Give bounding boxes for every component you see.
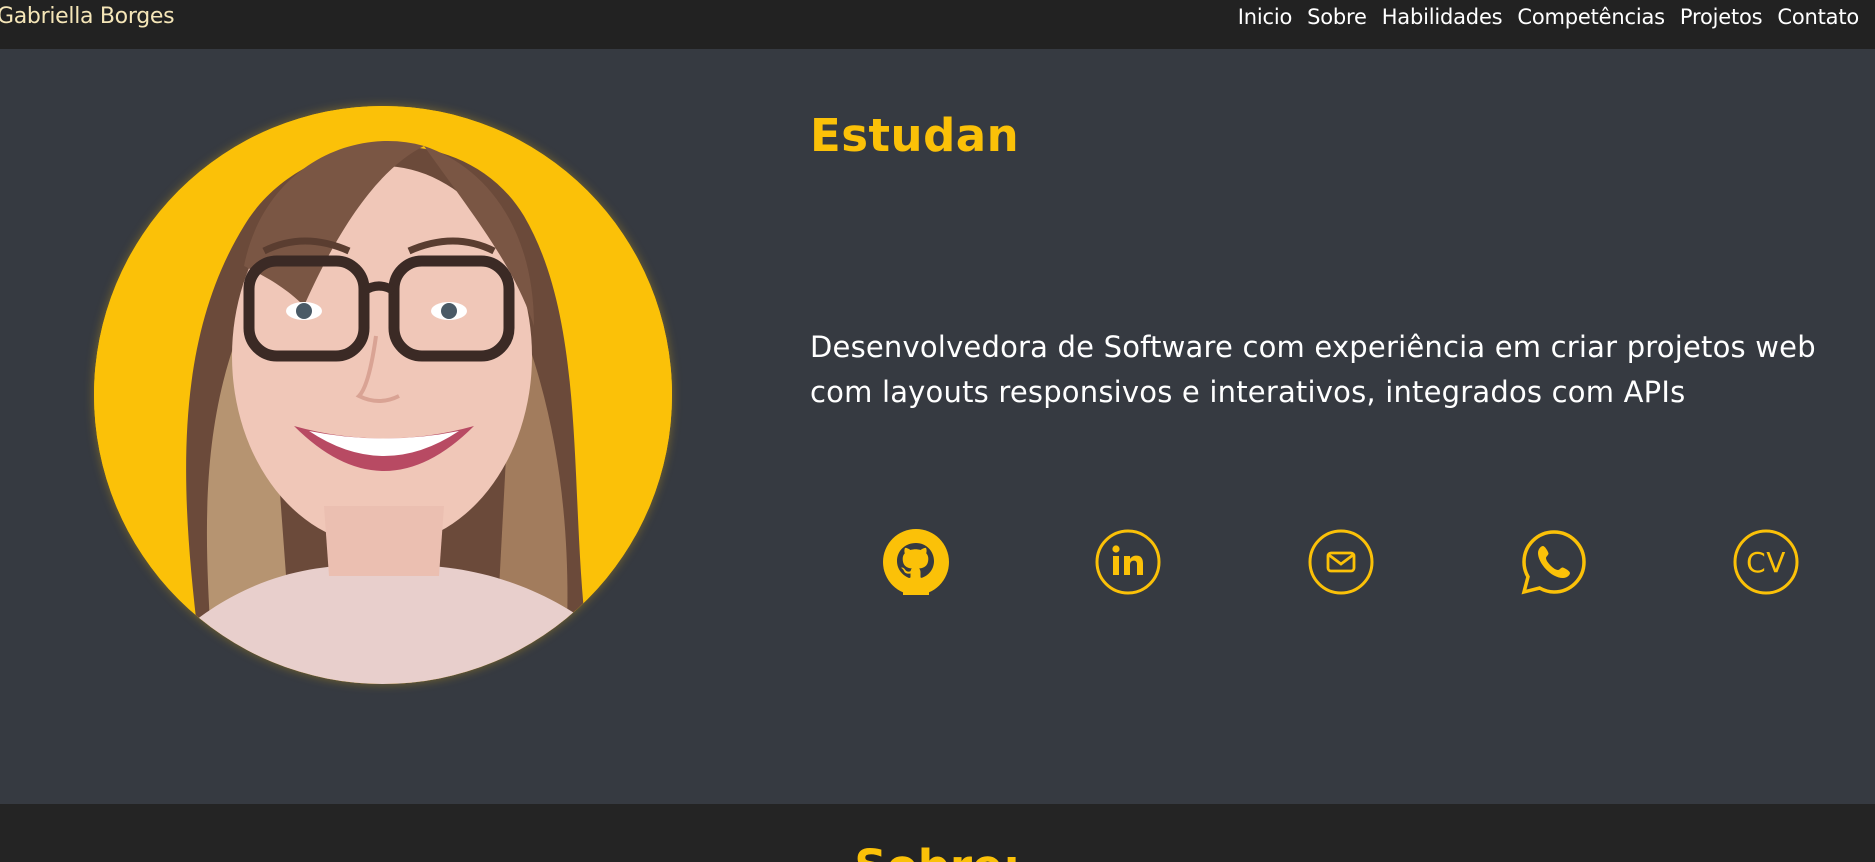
github-icon — [883, 529, 949, 595]
cv-link[interactable]: CV — [1733, 529, 1799, 595]
about-section: Sobre: — [0, 804, 1875, 862]
whatsapp-link[interactable] — [1521, 529, 1587, 595]
linkedin-link[interactable] — [1095, 529, 1161, 595]
about-title: Sobre: — [0, 840, 1875, 862]
hero-description: Desenvolvedora de Software com experiênc… — [810, 330, 1816, 409]
github-link[interactable] — [883, 529, 949, 595]
linkedin-icon — [1095, 529, 1161, 595]
hero-title: Estudan — [810, 109, 1020, 162]
profile-photo — [94, 106, 672, 684]
nav-link-sobre[interactable]: Sobre — [1307, 5, 1367, 29]
profile-photo-illustration — [94, 106, 672, 684]
email-icon — [1308, 529, 1374, 595]
nav-link-inicio[interactable]: Inicio — [1238, 5, 1293, 29]
whatsapp-icon — [1521, 530, 1586, 595]
nav-link-competencias[interactable]: Competências — [1517, 5, 1665, 29]
hero-section: Estudan Desenvolvedora de Software com e… — [0, 49, 1875, 804]
nav-link-habilidades[interactable]: Habilidades — [1382, 5, 1503, 29]
nav-link-projetos[interactable]: Projetos — [1680, 5, 1763, 29]
nav-link-contato[interactable]: Contato — [1777, 5, 1859, 29]
email-link[interactable] — [1308, 529, 1374, 595]
brand-name[interactable]: Gabriella Borges — [0, 4, 175, 29]
navbar: Gabriella Borges Inicio Sobre Habilidade… — [0, 0, 1875, 49]
cv-label: CV — [1746, 545, 1786, 579]
nav-links: Inicio Sobre Habilidades Competências Pr… — [1238, 5, 1859, 29]
